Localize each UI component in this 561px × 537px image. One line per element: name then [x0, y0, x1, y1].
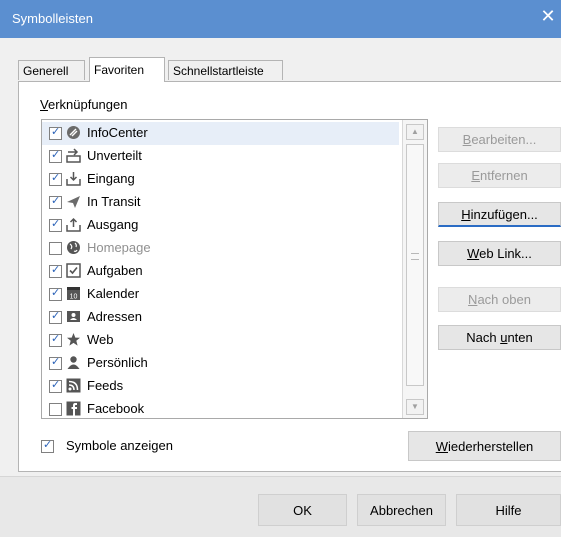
web-link-button[interactable]: Web Link...	[438, 241, 561, 266]
list-item[interactable]: Adressen	[42, 306, 399, 329]
title-bar: Symbolleisten ✕	[0, 0, 561, 38]
unassigned-icon	[66, 148, 81, 163]
item-checkbox[interactable]	[49, 355, 62, 370]
list-item[interactable]: Facebook	[42, 398, 399, 418]
item-checkbox[interactable]	[49, 378, 62, 393]
item-checkbox[interactable]	[49, 309, 62, 324]
item-label: Facebook	[87, 401, 145, 416]
item-label: Aufgaben	[87, 263, 143, 278]
list-item[interactable]: Ausgang	[42, 214, 399, 237]
rss-icon	[66, 378, 81, 393]
infocenter-icon	[67, 126, 80, 139]
inbox-icon	[66, 172, 81, 186]
item-checkbox[interactable]	[49, 242, 62, 255]
item-label: Feeds	[87, 378, 124, 393]
ok-button[interactable]: OK	[258, 494, 347, 526]
send-icon	[67, 196, 80, 208]
shortcuts-label: Verknüpfungen	[40, 97, 128, 112]
remove-button[interactable]: Entfernen	[438, 163, 561, 188]
globe-icon	[67, 241, 80, 254]
outbox-icon	[66, 217, 81, 232]
show-icons-checkbox[interactable]	[41, 438, 54, 453]
star-icon	[67, 333, 80, 346]
list-item[interactable]: Feeds	[42, 375, 399, 398]
list-item[interactable]: Aufgaben	[42, 260, 399, 283]
item-checkbox[interactable]	[49, 332, 62, 347]
item-label: Adressen	[87, 309, 142, 324]
list-item[interactable]: In Transit	[42, 191, 399, 214]
item-checkbox[interactable]	[49, 125, 62, 140]
item-checkbox[interactable]	[49, 217, 62, 232]
list-item[interactable]: InfoCenter	[42, 122, 399, 145]
item-label: Ausgang	[87, 217, 139, 232]
item-label: Web	[87, 332, 114, 347]
add-button[interactable]: Hinzufügen...	[438, 202, 561, 227]
item-checkbox[interactable]	[49, 263, 62, 278]
list-item[interactable]: Unverteilt	[42, 145, 399, 168]
item-label: In Transit	[87, 194, 141, 209]
item-label: Persönlich	[87, 355, 148, 370]
svg-text:10: 10	[70, 294, 78, 301]
calendar-icon: 10	[67, 287, 80, 301]
close-icon[interactable]: ✕	[535, 6, 561, 27]
tab-schnellstartleiste[interactable]: Schnellstartleiste	[168, 60, 283, 80]
item-label: Eingang	[87, 171, 135, 186]
list-item[interactable]: Eingang	[42, 168, 399, 191]
scroll-thumb[interactable]	[406, 144, 424, 386]
list-item[interactable]: Persönlich	[42, 352, 399, 375]
item-checkbox[interactable]	[49, 194, 62, 209]
list-item[interactable]: Web	[42, 329, 399, 352]
cancel-button[interactable]: Abbrechen	[357, 494, 446, 526]
list-item[interactable]: 10 Kalender	[42, 283, 399, 306]
tasks-icon	[66, 263, 81, 278]
item-label: Unverteilt	[87, 148, 142, 163]
item-checkbox[interactable]	[49, 171, 62, 186]
help-button[interactable]: Hilfe	[456, 494, 561, 526]
contacts-icon	[67, 311, 80, 322]
tab-generell[interactable]: Generell	[18, 60, 85, 80]
tab-favoriten[interactable]: Favoriten	[89, 57, 165, 82]
item-label: InfoCenter	[87, 125, 148, 140]
item-checkbox[interactable]	[49, 286, 62, 301]
move-down-button[interactable]: Nach unten	[438, 325, 561, 350]
item-label: Kalender	[87, 286, 140, 301]
facebook-icon	[66, 401, 81, 416]
list-scrollbar[interactable]: ▲ ▼	[402, 120, 427, 418]
restore-button[interactable]: Wiederherstellen	[408, 431, 561, 461]
scroll-up-icon[interactable]: ▲	[406, 124, 424, 140]
show-icons-label: Symbole anzeigen	[66, 438, 173, 453]
item-label: Homepage	[87, 240, 151, 255]
item-checkbox[interactable]	[49, 403, 62, 416]
move-up-button[interactable]: Nach oben	[438, 287, 561, 312]
item-checkbox[interactable]	[49, 148, 62, 163]
list-item[interactable]: Homepage	[42, 237, 399, 260]
window-title: Symbolleisten	[12, 11, 93, 26]
scroll-down-icon[interactable]: ▼	[406, 399, 424, 415]
edit-button[interactable]: Bearbeiten...	[438, 127, 561, 152]
shortcuts-list[interactable]: InfoCenter Unverteilt Eingang In Transit	[41, 119, 428, 419]
person-icon	[67, 356, 80, 369]
